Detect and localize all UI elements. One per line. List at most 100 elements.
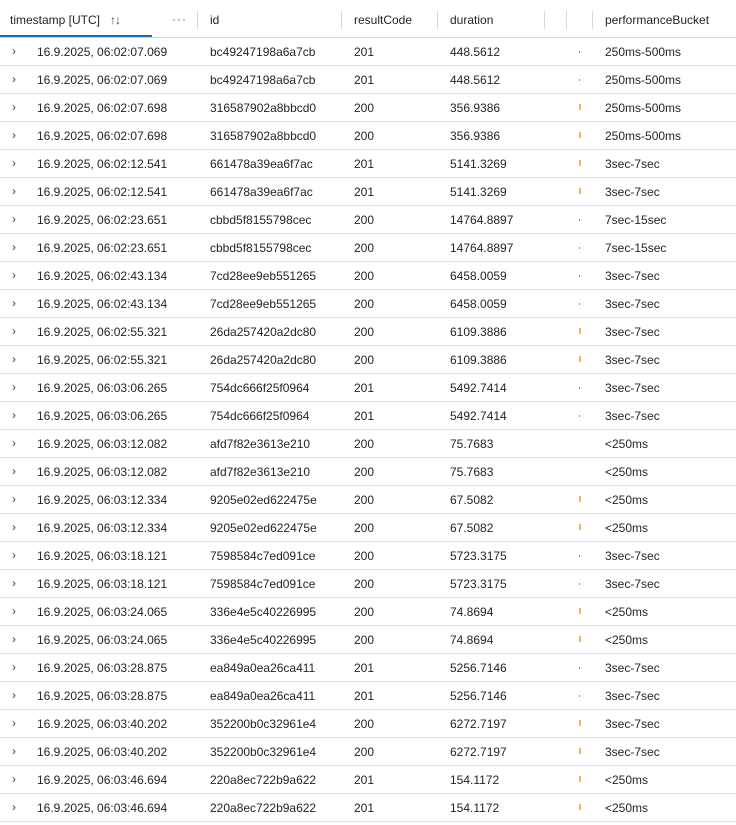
table-row[interactable]: › 16.9.2025, 06:02:07.698 316587902a8bbcd0… bbox=[0, 94, 736, 122]
table-row[interactable]: › 16.9.2025, 06:02:43.134 7cd28ee9eb551265… bbox=[0, 262, 736, 290]
column-header-resultcode[interactable]: resultCode bbox=[354, 0, 412, 37]
expand-row-chevron-icon[interactable]: › bbox=[12, 570, 16, 597]
cell-resultcode: 201 bbox=[354, 661, 375, 675]
expand-row-chevron-icon[interactable]: › bbox=[12, 234, 16, 261]
cell-duration: 5723.3175 bbox=[450, 577, 507, 591]
table-row[interactable]: › 16.9.2025, 06:02:07.069 bc49247198a6a7cb… bbox=[0, 38, 736, 66]
cell-performancebucket: 3sec-7sec bbox=[605, 549, 660, 563]
expand-row-chevron-icon[interactable]: › bbox=[12, 514, 16, 541]
table-row[interactable]: › 16.9.2025, 06:02:07.069 bc49247198a6a7cb… bbox=[0, 66, 736, 94]
cell-resultcode: 201 bbox=[354, 45, 375, 59]
cell-resultcode: 200 bbox=[354, 493, 375, 507]
table-row[interactable]: › 16.9.2025, 06:02:55.321 26da257420a2dc80… bbox=[0, 318, 736, 346]
expand-row-chevron-icon[interactable]: › bbox=[12, 458, 16, 485]
expand-row-chevron-icon[interactable]: › bbox=[12, 290, 16, 317]
table-row[interactable]: › 16.9.2025, 06:03:12.082 afd7f82e3613e210… bbox=[0, 430, 736, 458]
table-row[interactable]: › 16.9.2025, 06:02:23.651 cbbd5f8155798cec… bbox=[0, 234, 736, 262]
cell-resultcode: 201 bbox=[354, 381, 375, 395]
table-row[interactable]: › 16.9.2025, 06:02:43.134 7cd28ee9eb551265… bbox=[0, 290, 736, 318]
expand-row-chevron-icon[interactable]: › bbox=[12, 318, 16, 345]
expand-row-chevron-icon[interactable]: › bbox=[12, 542, 16, 569]
cell-duration: 5256.7146 bbox=[450, 689, 507, 703]
expand-row-chevron-icon[interactable]: › bbox=[12, 150, 16, 177]
cell-performancebucket: <250ms bbox=[605, 465, 649, 479]
cell-timestamp: 16.9.2025, 06:02:07.069 bbox=[37, 45, 168, 59]
table-row[interactable]: › 16.9.2025, 06:03:24.065 336e4e5c40226995… bbox=[0, 626, 736, 654]
duration-marker bbox=[579, 104, 581, 110]
cell-id: 754dc666f25f0964 bbox=[210, 409, 310, 423]
expand-row-chevron-icon[interactable]: › bbox=[12, 654, 16, 681]
cell-resultcode: 201 bbox=[354, 801, 375, 815]
table-row[interactable]: › 16.9.2025, 06:02:55.321 26da257420a2dc80… bbox=[0, 346, 736, 374]
table-row[interactable]: › 16.9.2025, 06:03:06.265 754dc666f25f0964… bbox=[0, 374, 736, 402]
cell-timestamp: 16.9.2025, 06:03:24.065 bbox=[37, 633, 168, 647]
expand-row-chevron-icon[interactable]: › bbox=[12, 430, 16, 457]
table-row[interactable]: › 16.9.2025, 06:03:18.121 7598584c7ed091ce… bbox=[0, 542, 736, 570]
table-row[interactable]: › 16.9.2025, 06:03:12.334 9205e02ed622475e… bbox=[0, 514, 736, 542]
duration-marker bbox=[579, 748, 581, 754]
duration-marker bbox=[579, 583, 580, 585]
table-row[interactable]: › 16.9.2025, 06:03:28.875 ea849a0ea26ca411… bbox=[0, 682, 736, 710]
cell-resultcode: 201 bbox=[354, 185, 375, 199]
table-row[interactable]: › 16.9.2025, 06:03:12.334 9205e02ed622475e… bbox=[0, 486, 736, 514]
column-header-performancebucket[interactable]: performanceBucket bbox=[605, 0, 709, 37]
expand-row-chevron-icon[interactable]: › bbox=[12, 598, 16, 625]
expand-row-chevron-icon[interactable]: › bbox=[12, 794, 16, 821]
expand-row-chevron-icon[interactable]: › bbox=[12, 374, 16, 401]
cell-duration: 448.5612 bbox=[450, 73, 501, 87]
column-resize-handle[interactable] bbox=[197, 11, 198, 29]
duration-marker bbox=[579, 496, 581, 502]
cell-performancebucket: 3sec-7sec bbox=[605, 661, 660, 675]
cell-duration: 75.7683 bbox=[450, 465, 494, 479]
column-header-duration[interactable]: duration bbox=[450, 0, 493, 37]
cell-performancebucket: 7sec-15sec bbox=[605, 241, 667, 255]
expand-row-chevron-icon[interactable]: › bbox=[12, 178, 16, 205]
cell-resultcode: 201 bbox=[354, 773, 375, 787]
expand-row-chevron-icon[interactable]: › bbox=[12, 402, 16, 429]
cell-performancebucket: 3sec-7sec bbox=[605, 745, 660, 759]
column-resize-handle[interactable] bbox=[437, 11, 438, 29]
table-row[interactable]: › 16.9.2025, 06:03:18.121 7598584c7ed091ce… bbox=[0, 570, 736, 598]
column-header-timestamp[interactable]: timestamp [UTC] bbox=[10, 0, 100, 37]
table-row[interactable]: › 16.9.2025, 06:02:07.698 316587902a8bbcd0… bbox=[0, 122, 736, 150]
expand-row-chevron-icon[interactable]: › bbox=[12, 122, 16, 149]
table-row[interactable]: › 16.9.2025, 06:03:28.875 ea849a0ea26ca411… bbox=[0, 654, 736, 682]
cell-duration: 5723.3175 bbox=[450, 549, 507, 563]
expand-row-chevron-icon[interactable]: › bbox=[12, 38, 16, 65]
table-row[interactable]: › 16.9.2025, 06:03:40.202 352200b0c32961e4… bbox=[0, 738, 736, 766]
table-row[interactable]: › 16.9.2025, 06:02:12.541 661478a39ea6f7ac… bbox=[0, 178, 736, 206]
cell-id: 7cd28ee9eb551265 bbox=[210, 297, 317, 311]
column-resize-handle[interactable] bbox=[566, 11, 567, 29]
cell-duration: 6458.0059 bbox=[450, 269, 507, 283]
cell-duration: 5141.3269 bbox=[450, 157, 507, 171]
more-options-icon[interactable]: ··· bbox=[172, 0, 187, 37]
expand-row-chevron-icon[interactable]: › bbox=[12, 262, 16, 289]
table-row[interactable]: › 16.9.2025, 06:03:06.265 754dc666f25f0964… bbox=[0, 402, 736, 430]
column-resize-handle[interactable] bbox=[341, 11, 342, 29]
table-row[interactable]: › 16.9.2025, 06:02:23.651 cbbd5f8155798cec… bbox=[0, 206, 736, 234]
expand-row-chevron-icon[interactable]: › bbox=[12, 486, 16, 513]
cell-performancebucket: 250ms-500ms bbox=[605, 45, 682, 59]
table-row[interactable]: › 16.9.2025, 06:03:24.065 336e4e5c40226995… bbox=[0, 598, 736, 626]
table-row[interactable]: › 16.9.2025, 06:03:40.202 352200b0c32961e4… bbox=[0, 710, 736, 738]
table-row[interactable]: › 16.9.2025, 06:03:46.694 220a8ec722b9a622… bbox=[0, 794, 736, 822]
column-header-id[interactable]: id bbox=[210, 0, 219, 37]
expand-row-chevron-icon[interactable]: › bbox=[12, 94, 16, 121]
sort-icon[interactable]: ↑↓ bbox=[110, 0, 121, 37]
expand-row-chevron-icon[interactable]: › bbox=[12, 766, 16, 793]
expand-row-chevron-icon[interactable]: › bbox=[12, 738, 16, 765]
duration-marker bbox=[579, 247, 580, 249]
expand-row-chevron-icon[interactable]: › bbox=[12, 710, 16, 737]
expand-row-chevron-icon[interactable]: › bbox=[12, 346, 16, 373]
table-row[interactable]: › 16.9.2025, 06:03:46.694 220a8ec722b9a622… bbox=[0, 766, 736, 794]
expand-row-chevron-icon[interactable]: › bbox=[12, 626, 16, 653]
table-row[interactable]: › 16.9.2025, 06:03:12.082 afd7f82e3613e210… bbox=[0, 458, 736, 486]
duration-marker bbox=[579, 667, 580, 669]
column-resize-handle[interactable] bbox=[592, 11, 593, 29]
expand-row-chevron-icon[interactable]: › bbox=[12, 66, 16, 93]
expand-row-chevron-icon[interactable]: › bbox=[12, 206, 16, 233]
expand-row-chevron-icon[interactable]: › bbox=[12, 682, 16, 709]
cell-id: 661478a39ea6f7ac bbox=[210, 157, 313, 171]
table-row[interactable]: › 16.9.2025, 06:02:12.541 661478a39ea6f7ac… bbox=[0, 150, 736, 178]
column-resize-handle[interactable] bbox=[544, 11, 545, 29]
